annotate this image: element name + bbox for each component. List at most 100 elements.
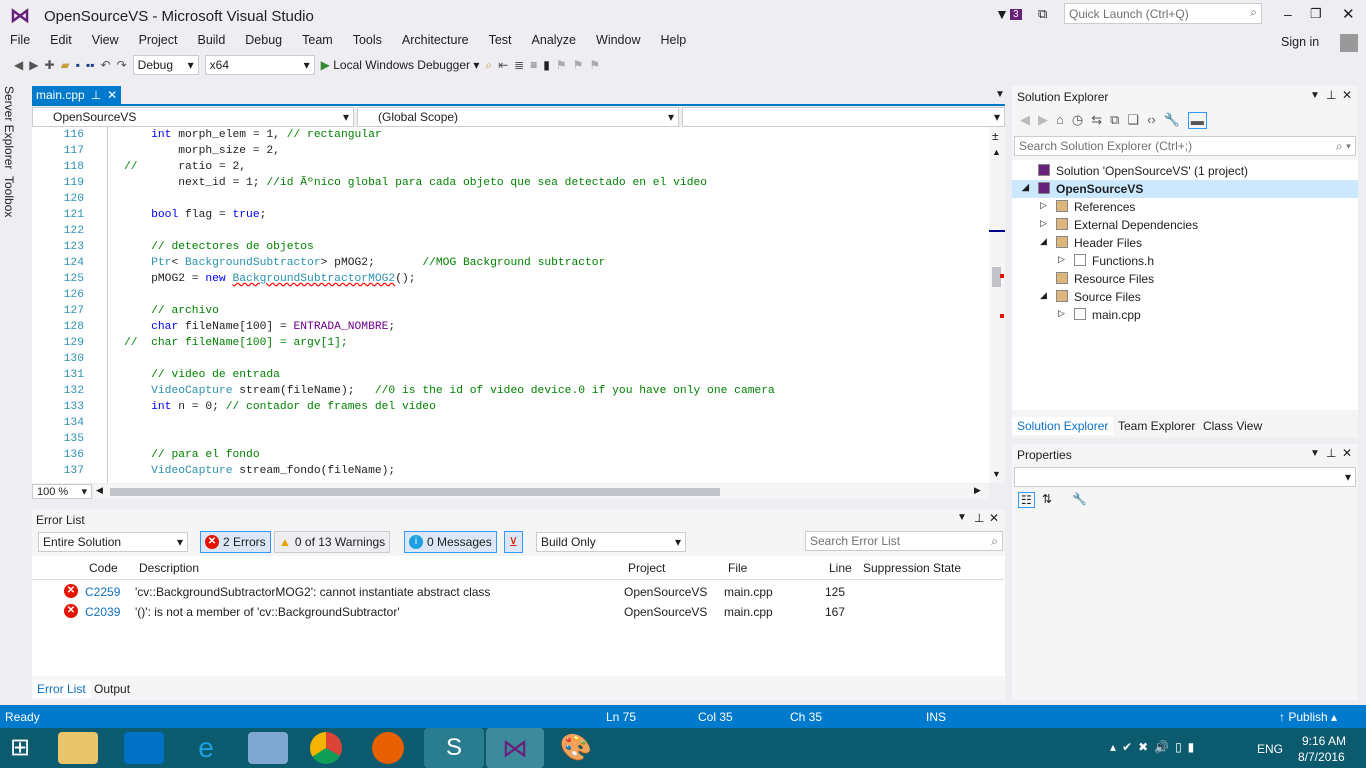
bookmark-prev-icon[interactable]: ⚑ <box>556 58 567 72</box>
close-panel-icon[interactable]: ✕ <box>1342 446 1352 460</box>
account-icon[interactable] <box>1340 34 1358 52</box>
clock-time[interactable]: 9:16 AM <box>1302 734 1346 748</box>
publish-button[interactable]: ↑ Publish ▴ <box>1279 710 1337 724</box>
code-line[interactable]: // para el fondo <box>124 449 259 461</box>
code-line[interactable]: VideoCapture stream(fileName); //0 is th… <box>124 385 775 397</box>
code-icon[interactable]: ‹› <box>1147 112 1156 129</box>
messages-filter-button[interactable]: i 0 Messages <box>404 531 497 553</box>
visual-studio-icon[interactable]: ⋈ <box>486 728 544 768</box>
expand-arrow-icon[interactable]: ◢ <box>1022 182 1029 193</box>
sync-icon[interactable]: ⇆ <box>1091 112 1102 129</box>
tab-solution-explorer[interactable]: Solution Explorer <box>1012 417 1114 435</box>
tree-item[interactable]: ◢ Source Files <box>1012 288 1358 306</box>
menu-edit[interactable]: Edit <box>40 30 82 52</box>
code-editor[interactable]: 116 int morph_elem = 1, // rectangular 11… <box>32 127 1005 483</box>
preview-icon[interactable]: ▬ <box>1187 112 1207 129</box>
panel-menu-icon[interactable]: ▼ <box>1310 90 1320 101</box>
expand-arrow-icon[interactable]: ◢ <box>1040 290 1047 301</box>
code-line[interactable]: int n = 0; // contador de frames del vid… <box>124 401 436 413</box>
file-explorer-icon[interactable] <box>58 732 98 764</box>
project-combo[interactable]: OpenSourceVS ▾ <box>32 107 354 127</box>
code-line[interactable]: next_id = 1; //id Ãºnico global para cad… <box>124 177 707 189</box>
tree-item[interactable]: ▷ External Dependencies <box>1012 216 1358 234</box>
start-button[interactable]: ⊞ <box>10 736 30 760</box>
expand-arrow-icon[interactable]: ◢ <box>1040 236 1047 247</box>
chrome-icon[interactable] <box>310 732 342 764</box>
virtualbox-icon[interactable] <box>248 732 288 764</box>
restore-button[interactable]: ❐ <box>1310 6 1322 22</box>
member-combo[interactable]: ▾ <box>682 107 1005 127</box>
scroll-right-icon[interactable]: ▶ <box>974 485 981 496</box>
firefox-icon[interactable] <box>372 732 404 764</box>
panel-menu-icon[interactable]: ▼ <box>1310 448 1320 459</box>
pin-icon[interactable]: ⊥ <box>91 88 101 103</box>
outlook-icon[interactable] <box>124 732 164 764</box>
code-line[interactable]: // detectores de objetos <box>124 241 314 253</box>
h-scroll-thumb[interactable] <box>110 488 720 496</box>
build-filter-select[interactable]: Build Only ▾ <box>536 532 686 552</box>
clock-date[interactable]: 8/7/2016 <box>1298 750 1345 764</box>
scroll-down-icon[interactable]: ▼ <box>992 469 1001 479</box>
open-icon[interactable]: ▰ <box>61 58 70 72</box>
close-panel-icon[interactable]: ✕ <box>989 511 999 525</box>
scroll-up-icon[interactable]: ▲ <box>992 147 1001 157</box>
feedback-icon[interactable]: ⧉ <box>1038 6 1047 22</box>
code-line[interactable]: bool flag = true; <box>124 209 266 221</box>
menu-view[interactable]: View <box>82 30 129 52</box>
save-icon[interactable]: ▪ <box>76 58 80 72</box>
col-description[interactable]: Description <box>139 561 199 575</box>
code-line[interactable]: Ptr< BackgroundSubtractor> pMOG2; //MOG … <box>124 257 605 269</box>
bookmark-icon[interactable]: ▮ <box>543 58 550 72</box>
tree-item[interactable]: ▷ main.cpp <box>1012 306 1358 324</box>
undo-icon[interactable]: ↶ <box>101 58 111 72</box>
code-line[interactable]: pMOG2 = new BackgroundSubtractorMOG2(); <box>124 273 415 285</box>
menu-window[interactable]: Window <box>586 30 650 52</box>
language-indicator[interactable]: ENG <box>1257 742 1283 756</box>
pin-icon[interactable]: ⊥ <box>974 511 984 525</box>
menu-test[interactable]: Test <box>479 30 522 52</box>
side-tab-server-explorer[interactable]: Server Explorer <box>2 86 16 169</box>
tab-output[interactable]: Output <box>90 680 134 698</box>
error-code-link[interactable]: C2039 <box>85 605 120 619</box>
tree-item[interactable]: Resource Files <box>1012 270 1358 288</box>
menu-analyze[interactable]: Analyze <box>522 30 586 52</box>
expand-arrow-icon[interactable]: ▷ <box>1040 200 1047 211</box>
tab-overflow-icon[interactable]: ▼ <box>995 89 1005 100</box>
error-scope-select[interactable]: Entire Solution ▾ <box>38 532 188 552</box>
categorized-icon[interactable]: ☷ <box>1018 492 1035 508</box>
error-code-link[interactable]: C2259 <box>85 585 120 599</box>
bookmark-clear-icon[interactable]: ⚑ <box>589 58 600 72</box>
tab-class-view[interactable]: Class View <box>1199 417 1266 435</box>
back-icon[interactable]: ◀ <box>1020 112 1030 129</box>
alphabetical-icon[interactable]: ⇅ <box>1042 492 1052 506</box>
code-line[interactable]: // video de entrada <box>124 369 280 381</box>
errors-filter-button[interactable]: ✕ 2 Errors <box>200 531 271 553</box>
menu-tools[interactable]: Tools <box>343 30 392 52</box>
properties-icon[interactable]: 🔧 <box>1164 112 1180 129</box>
menu-debug[interactable]: Debug <box>235 30 292 52</box>
vertical-scrollbar[interactable]: ± ▲ ▼ <box>989 127 1005 483</box>
col-project[interactable]: Project <box>628 561 665 575</box>
expand-arrow-icon[interactable]: ▷ <box>1058 308 1065 319</box>
skype-icon[interactable]: S <box>424 728 484 768</box>
code-line[interactable]: // ratio = 2, <box>124 161 246 173</box>
start-debugging-button[interactable]: ▶ Local Windows Debugger ▾ <box>321 58 480 72</box>
menu-architecture[interactable]: Architecture <box>392 30 479 52</box>
pin-icon[interactable]: ⊥ <box>1326 88 1336 102</box>
new-project-icon[interactable]: ✚ <box>44 58 54 72</box>
paint-icon[interactable]: 🎨 <box>556 732 596 764</box>
redo-icon[interactable]: ↷ <box>117 58 127 72</box>
bookmark-next-icon[interactable]: ⚑ <box>573 58 584 72</box>
tree-item[interactable]: ◢ OpenSourceVS <box>1012 180 1358 198</box>
close-tab-icon[interactable]: ✕ <box>107 88 117 103</box>
properties-object-select[interactable]: ▾ <box>1014 467 1356 487</box>
menu-help[interactable]: Help <box>650 30 696 52</box>
scope-combo[interactable]: (Global Scope) ▾ <box>357 107 679 127</box>
tab-error-list[interactable]: Error List <box>32 680 91 698</box>
tab-main-cpp[interactable]: main.cpp ⊥ ✕ <box>32 86 122 105</box>
comment-icon[interactable]: ≣ <box>514 58 524 72</box>
error-search-input[interactable]: Search Error List ⌕ <box>805 531 1003 551</box>
clear-filter-button[interactable]: ⊻ <box>504 531 523 553</box>
zoom-select[interactable]: 100 % ▾ <box>32 484 92 499</box>
filter-icon[interactable]: ▼ <box>995 6 1009 22</box>
